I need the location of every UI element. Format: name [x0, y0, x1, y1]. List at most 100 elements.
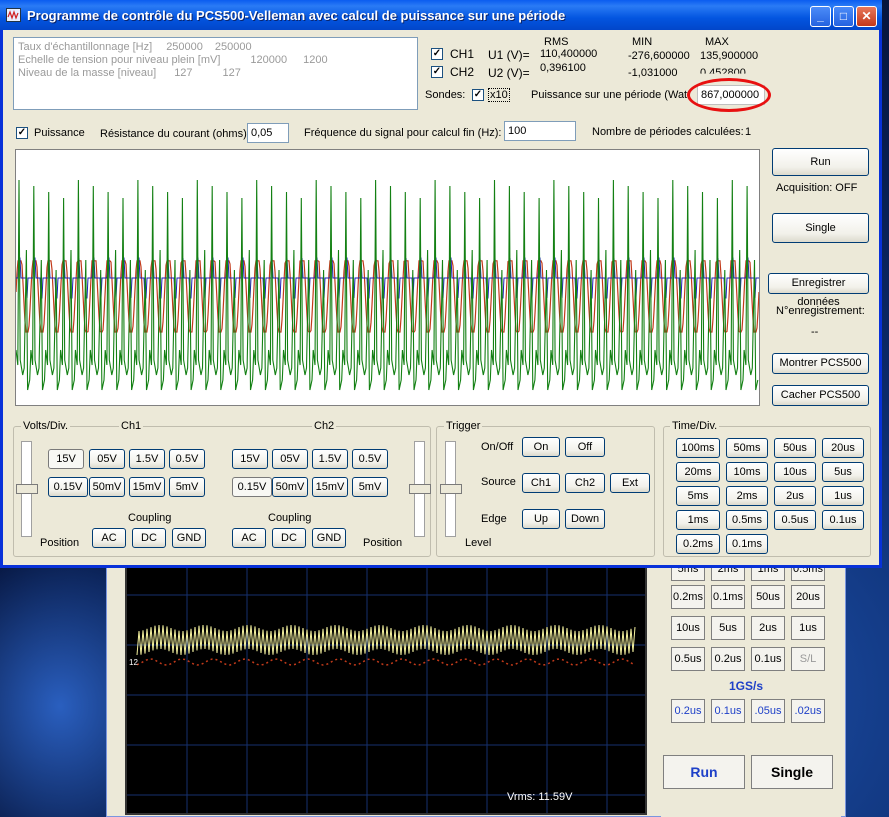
ch1-coupling-ac[interactable]: AC [92, 528, 126, 548]
time-btn-5ms[interactable]: 5ms [676, 486, 720, 506]
bg-btn-02ms[interactable]: 0.2ms [671, 585, 705, 609]
bg-btn-2us[interactable]: 2us [751, 616, 785, 640]
time-btn-20ms[interactable]: 20ms [676, 462, 720, 482]
bg-btn-01us[interactable]: 0.1us [751, 647, 785, 671]
time-btn-1us[interactable]: 1us [822, 486, 864, 506]
show-pcs500-button[interactable]: Montrer PCS500 [772, 353, 869, 374]
bg-btn-fast-05us[interactable]: .05us [751, 699, 785, 723]
u2-label: U2 (V)= [488, 66, 530, 80]
ch1-btn-15v[interactable]: 15V [48, 449, 84, 469]
bg-btn-5us[interactable]: 5us [711, 616, 745, 640]
time-btn-1ms[interactable]: 1ms [676, 510, 720, 530]
ch1-btn-1-5v[interactable]: 1.5V [129, 449, 165, 469]
x10-checkbox[interactable]: ✓ [472, 89, 484, 101]
trigger-source-ext[interactable]: Ext [610, 473, 650, 493]
time-btn-20us[interactable]: 20us [822, 438, 864, 458]
ch2-btn-50mv[interactable]: 50mV [272, 477, 308, 497]
bg-btn-10us[interactable]: 10us [671, 616, 705, 640]
trigger-source-ch2[interactable]: Ch2 [565, 473, 605, 493]
ch2-coupling-ac[interactable]: AC [232, 528, 266, 548]
time-btn-50us[interactable]: 50us [774, 438, 816, 458]
time-btn-0-5ms[interactable]: 0.5ms [726, 510, 768, 530]
ch1-btn-0-5v[interactable]: 0.5V [169, 449, 205, 469]
trigger-level-label: Level [465, 537, 492, 549]
bg-single-button[interactable]: Single [751, 755, 833, 789]
time-btn-2ms[interactable]: 2ms [726, 486, 768, 506]
u2-min: -1,031000 [628, 67, 678, 79]
ch1-coupling-gnd[interactable]: GND [172, 528, 206, 548]
ch1-position-thumb[interactable] [16, 484, 38, 494]
scope-svg [15, 179, 760, 391]
ch2-checkbox[interactable]: ✓ [431, 66, 443, 78]
time-btn-5us[interactable]: 5us [822, 462, 864, 482]
bg-btn-20us[interactable]: 20us [791, 585, 825, 609]
time-btn-0-1us[interactable]: 0.1us [822, 510, 864, 530]
time-btn-10us[interactable]: 10us [774, 462, 816, 482]
ch2-btn-0-15v[interactable]: 0.15V [232, 477, 272, 497]
hide-pcs500-button[interactable]: Cacher PCS500 [772, 385, 869, 406]
ch2-position-label: Position [363, 537, 403, 549]
sample-rate-label: 1GS/s [729, 679, 764, 693]
frequence-input[interactable]: 100 [504, 121, 576, 141]
bg-btn-1us[interactable]: 1us [791, 616, 825, 640]
ch2-btn-15v[interactable]: 15V [232, 449, 268, 469]
background-scope-screen: 12 Vrms: 11.59V [125, 563, 647, 815]
periodes-label: Nombre de périodes calculées: [592, 126, 744, 138]
bg-btn-fast-02us[interactable]: 0.2us [671, 699, 705, 723]
trigger-level-thumb[interactable] [440, 484, 462, 494]
time-btn-50ms[interactable]: 50ms [726, 438, 768, 458]
minimize-button[interactable]: _ [810, 6, 831, 27]
ch1-btn-50mv[interactable]: 50mV [89, 477, 125, 497]
ch1-btn-0-15v[interactable]: 0.15V [48, 477, 88, 497]
bg-btn-sl[interactable]: S/L [791, 647, 825, 671]
trigger-edge-down[interactable]: Down [565, 509, 605, 529]
sondes-label: Sondes: [425, 89, 466, 101]
title-bar[interactable]: Programme de contrôle du PCS500-Velleman… [0, 0, 882, 30]
ch1-btn-05v[interactable]: 05V [89, 449, 125, 469]
bg-btn-fast-01us[interactable]: 0.1us [711, 699, 745, 723]
ch2-btn-15mv[interactable]: 15mV [312, 477, 348, 497]
bg-btn-50us[interactable]: 50us [751, 585, 785, 609]
ch2-coupling-dc[interactable]: DC [272, 528, 306, 548]
ch1-btn-15mv[interactable]: 15mV [129, 477, 165, 497]
u1-min: -276,600000 [628, 50, 690, 62]
time-btn-0-5us[interactable]: 0.5us [774, 510, 816, 530]
main-window: Programme de contrôle du PCS500-Velleman… [0, 0, 882, 568]
time-btn-10ms[interactable]: 10ms [726, 462, 768, 482]
bg-btn-02us[interactable]: 0.2us [711, 647, 745, 671]
trigger-edge-up[interactable]: Up [522, 509, 560, 529]
puissance-checkbox[interactable]: ✓ [16, 127, 28, 139]
ch2-label: CH2 [450, 65, 475, 79]
ch1-btn-5mv[interactable]: 5mV [169, 477, 205, 497]
single-button[interactable]: Single [772, 213, 869, 243]
ch2-position-thumb[interactable] [409, 484, 431, 494]
bg-btn-01ms[interactable]: 0.1ms [711, 585, 745, 609]
trigger-source-ch1[interactable]: Ch1 [522, 473, 560, 493]
ch2-btn-1-5v[interactable]: 1.5V [312, 449, 348, 469]
maximize-button[interactable]: □ [833, 6, 854, 27]
ch2-btn-5mv[interactable]: 5mV [352, 477, 388, 497]
resistance-input[interactable]: 0,05 [247, 123, 289, 143]
scope-display[interactable] [15, 149, 760, 406]
trigger-off-button[interactable]: Off [565, 437, 605, 457]
ch2-btn-0-5v[interactable]: 0.5V [352, 449, 388, 469]
bg-run-button[interactable]: Run [663, 755, 745, 789]
trigger-on-button[interactable]: On [522, 437, 560, 457]
record-number-label: N°enregistrement: [776, 305, 865, 317]
ch1-checkbox[interactable]: ✓ [431, 48, 443, 60]
ch1-coupling-dc[interactable]: DC [132, 528, 166, 548]
time-btn-100ms[interactable]: 100ms [676, 438, 720, 458]
time-btn-0-1ms[interactable]: 0.1ms [726, 534, 768, 554]
trigger-edge-label: Edge [481, 513, 507, 525]
bg-btn-fast-02us-b[interactable]: .02us [791, 699, 825, 723]
bg-btn-05us[interactable]: 0.5us [671, 647, 705, 671]
save-data-button[interactable]: Enregistrer données [768, 273, 869, 308]
sampling-info-box[interactable]: Taux d'échantillonnage [Hz] 250000 250000 … [13, 37, 418, 110]
time-btn-0-2ms[interactable]: 0.2ms [676, 534, 720, 554]
run-button[interactable]: Run [772, 148, 869, 176]
close-button[interactable]: ✕ [856, 6, 877, 27]
time-btn-2us[interactable]: 2us [774, 486, 816, 506]
ch2-btn-05v[interactable]: 05V [272, 449, 308, 469]
ch2-coupling-gnd[interactable]: GND [312, 528, 346, 548]
u1-label: U1 (V)= [488, 48, 530, 62]
